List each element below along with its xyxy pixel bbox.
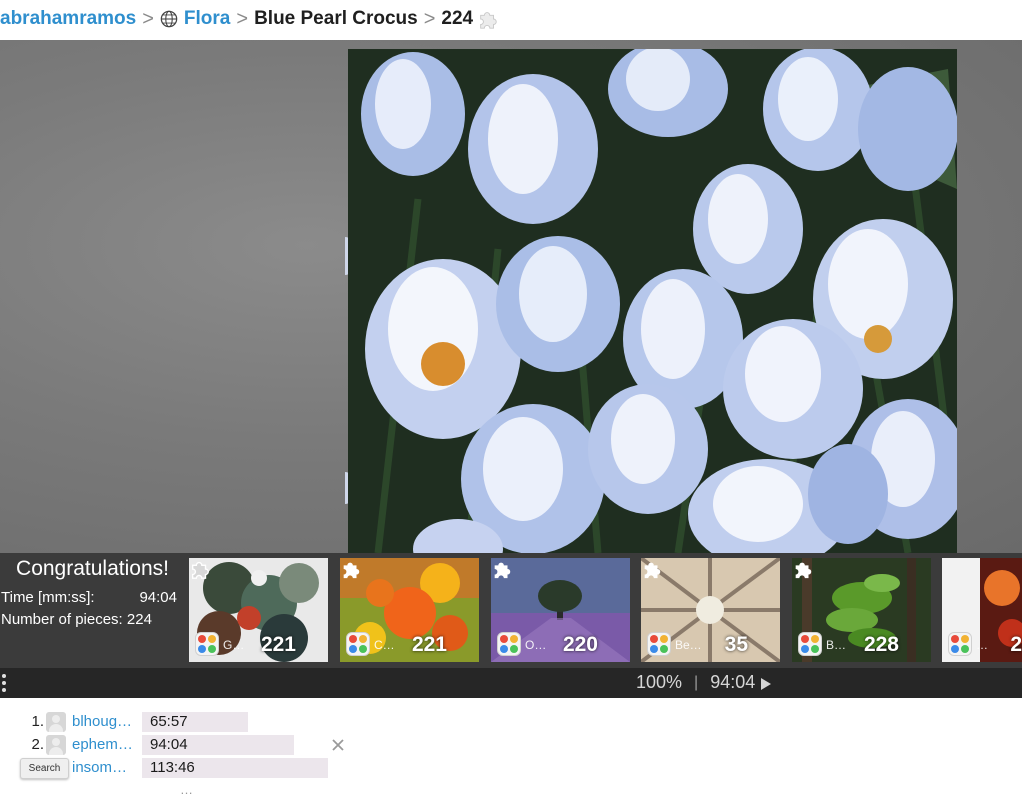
suggestion-piece-count: 2	[1010, 633, 1022, 656]
suggestion-thumbnail[interactable]: O… 220	[491, 558, 630, 662]
time-label: Time [mm:ss]:	[1, 589, 95, 606]
play-icon[interactable]	[761, 677, 772, 690]
more-indicator[interactable]: …	[180, 782, 194, 797]
puzzle-piece-icon	[343, 562, 360, 579]
congratulations-panel: Congratulations! Time [mm:ss]: 94:04 Num…	[0, 557, 185, 631]
pieces-label: Number of pieces: 224	[1, 611, 152, 628]
breadcrumb-separator: >	[236, 7, 249, 30]
puzzle-piece-count: 224	[441, 8, 474, 29]
puzzle-piece-icon	[480, 12, 497, 29]
breadcrumb-user-link[interactable]: abrahamramos	[0, 8, 136, 30]
app-icon	[798, 632, 822, 656]
congratulations-title: Congratulations!	[16, 557, 169, 580]
puzzle-board[interactable]	[0, 40, 1022, 553]
search-tooltip: Search	[20, 758, 69, 779]
breadcrumb-separator: >	[142, 7, 154, 30]
puzzle-piece-icon	[644, 562, 661, 579]
leaderboard-row: 2. ephem… 94:04	[0, 733, 294, 756]
status-divider: |	[694, 673, 699, 691]
leaderboard-user-link[interactable]: blhoug…	[72, 713, 142, 730]
puzzle-title: Blue Pearl Crocus	[254, 8, 418, 29]
puzzle-piece-icon	[494, 562, 511, 579]
app-icon	[647, 632, 671, 656]
completed-puzzle-image	[348, 49, 957, 553]
pieces-row: Number of pieces: 224	[0, 609, 185, 631]
breadcrumb: abrahamramos > Flora > Blue Pearl Crocus…	[0, 0, 1022, 38]
completion-strip: Congratulations! Time [mm:ss]: 94:04 Num…	[0, 553, 1022, 668]
status-readout: 100% | 94:04	[636, 672, 772, 693]
avatar	[46, 711, 66, 732]
timer-value: 94:04	[710, 672, 756, 692]
breadcrumb-category-link[interactable]: Flora	[184, 8, 230, 30]
puzzle-piece-icon	[795, 562, 812, 579]
suggestion-name: Be…	[675, 638, 702, 652]
leaderboard-time: 94:04	[142, 734, 294, 755]
suggestion-thumbnail[interactable]: Be… 35	[641, 558, 780, 662]
suggestion-name: …	[976, 638, 988, 652]
zoom-level[interactable]: 100%	[636, 672, 682, 693]
suggestion-thumbnail[interactable]: B… 228	[792, 558, 931, 662]
suggestion-piece-count: 221	[411, 633, 447, 656]
globe-icon	[160, 10, 178, 28]
time-value: 94:04	[139, 589, 177, 606]
suggestion-piece-count: 221	[260, 633, 296, 656]
app-icon	[195, 632, 219, 656]
suggestion-piece-count: 35	[724, 633, 748, 656]
leaderboard-user-link[interactable]: ephem…	[72, 736, 142, 753]
puzzle-piece-outline-icon	[191, 561, 209, 579]
suggestion-name: O…	[525, 638, 547, 652]
suggestion-thumbnail[interactable]: … 2	[942, 558, 1022, 662]
close-icon[interactable]	[330, 737, 346, 753]
suggestion-piece-count: 220	[562, 633, 598, 656]
breadcrumb-separator: >	[423, 7, 436, 30]
suggestion-thumbnail[interactable]: C… 221	[340, 558, 479, 662]
suggestion-name: G…	[223, 638, 245, 652]
suggestion-thumbnail[interactable]: G… 221	[189, 558, 328, 662]
more-options-icon[interactable]	[2, 674, 8, 695]
avatar	[46, 734, 66, 755]
leaderboard-time: 113:46	[142, 757, 328, 778]
leaderboard-row: 1. blhoug… 65:57	[0, 710, 248, 733]
suggestion-piece-count: 228	[863, 633, 899, 656]
leaderboard-time: 65:57	[142, 711, 248, 732]
app-icon	[497, 632, 521, 656]
app-icon	[346, 632, 370, 656]
app-icon	[948, 632, 972, 656]
suggestion-name: B…	[826, 638, 847, 652]
leaderboard-rank: 1.	[31, 713, 44, 730]
status-bar: 100% | 94:04	[0, 668, 1022, 698]
leaderboard-user-link[interactable]: insom…	[72, 759, 142, 776]
time-row: Time [mm:ss]: 94:04	[0, 587, 185, 609]
leaderboard-rank: 2.	[31, 736, 44, 753]
suggestion-name: C…	[374, 638, 395, 652]
